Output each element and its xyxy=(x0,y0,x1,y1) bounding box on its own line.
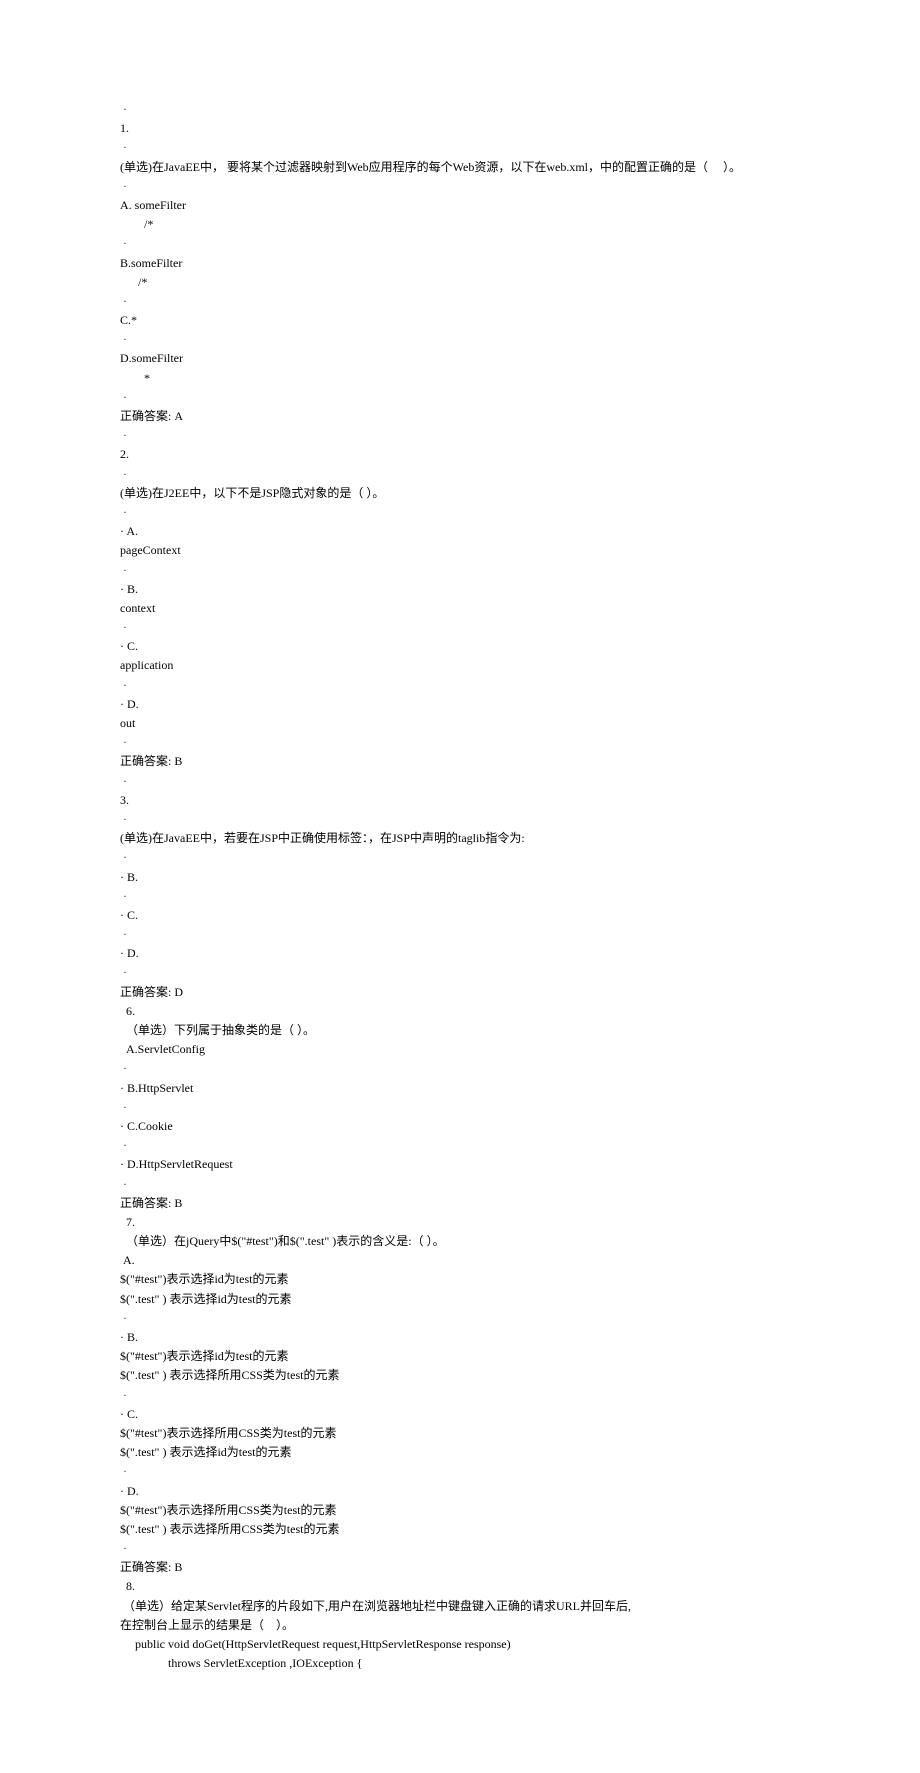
bullet-dot: · xyxy=(120,330,800,349)
bullet-dot: · xyxy=(120,810,800,829)
option-B: · B.HttpServlet xyxy=(120,1079,800,1098)
question-text: （单选）下列属于抽象类的是（ ）。 xyxy=(120,1021,800,1040)
bullet-dot: · xyxy=(120,426,800,445)
option-A: A. someFilter xyxy=(120,196,800,215)
bullet-dot: · xyxy=(120,848,800,867)
question-number: 7. xyxy=(120,1213,800,1232)
question-text: (单选)在JavaEE中，若要在JSP中正确使用标签：，在JSP中声明的tagl… xyxy=(120,829,800,848)
option-B: $("#test")表示选择id为test的元素 xyxy=(120,1347,800,1366)
question-text: (单选)在JavaEE中， 要将某个过滤器映射到Web应用程序的每个Web资源，… xyxy=(120,158,800,177)
option-C: $("#test")表示选择所用CSS类为test的元素 xyxy=(120,1424,800,1443)
option-A-cont: $(".test" ) 表示选择id为test的元素 xyxy=(120,1290,800,1309)
option-D-cont: * xyxy=(120,369,800,388)
bullet-dot: · xyxy=(120,100,800,119)
option-D: · D.HttpServletRequest xyxy=(120,1155,800,1174)
question-number: 8. xyxy=(120,1577,800,1596)
option-B-label: · B. xyxy=(120,580,800,599)
bullet-dot: · xyxy=(120,503,800,522)
bullet-dot: · xyxy=(120,388,800,407)
option-D-label: · D. xyxy=(120,944,800,963)
answer-label: 正确答案: B xyxy=(120,1194,800,1213)
bullet-dot: · xyxy=(120,177,800,196)
question-number: 3. xyxy=(120,791,800,810)
bullet-dot: · xyxy=(120,733,800,752)
bullet-dot: · xyxy=(120,618,800,637)
option-B: B.someFilter xyxy=(120,254,800,273)
answer-label: 正确答案: B xyxy=(120,1558,800,1577)
option-D-cont: $(".test" ) 表示选择所用CSS类为test的元素 xyxy=(120,1520,800,1539)
option-A-label: · A. xyxy=(120,522,800,541)
option-B-label: · B. xyxy=(120,868,800,887)
option-C-label: · C. xyxy=(120,1405,800,1424)
bullet-dot: · xyxy=(120,234,800,253)
answer-label: 正确答案: B xyxy=(120,752,800,771)
option-D: $("#test")表示选择所用CSS类为test的元素 xyxy=(120,1501,800,1520)
bullet-dot: · xyxy=(120,887,800,906)
option-C: C.* xyxy=(120,311,800,330)
bullet-dot: · xyxy=(120,292,800,311)
option-D: D.someFilter xyxy=(120,349,800,368)
question-number: 6. xyxy=(120,1002,800,1021)
option-D-label: · D. xyxy=(120,1482,800,1501)
bullet-dot: · xyxy=(120,465,800,484)
bullet-dot: · xyxy=(120,772,800,791)
option-A-cont: /* xyxy=(120,215,800,234)
bullet-dot: · xyxy=(120,1136,800,1155)
option-D-label: · D. xyxy=(120,695,800,714)
bullet-dot: · xyxy=(120,963,800,982)
bullet-dot: · xyxy=(120,1309,800,1328)
option-A-label: A. xyxy=(120,1251,800,1270)
option-C-label: · C. xyxy=(120,906,800,925)
option-B-cont: /* xyxy=(120,273,800,292)
bullet-dot: · xyxy=(120,1175,800,1194)
bullet-dot: · xyxy=(120,561,800,580)
option-B-cont: $(".test" ) 表示选择所用CSS类为test的元素 xyxy=(120,1366,800,1385)
document-page: · 1. · (单选)在JavaEE中， 要将某个过滤器映射到Web应用程序的每… xyxy=(0,0,920,1773)
bullet-dot: · xyxy=(120,925,800,944)
bullet-dot: · xyxy=(120,1059,800,1078)
question-text: （单选）在jQuery中$("#test")和$(".test" )表示的含义是… xyxy=(120,1232,800,1251)
bullet-dot: · xyxy=(120,676,800,695)
question-text: (单选)在J2EE中，以下不是JSP隐式对象的是（ ）。 xyxy=(120,484,800,503)
question-number: 1. xyxy=(120,119,800,138)
option-D: out xyxy=(120,714,800,733)
bullet-dot: · xyxy=(120,138,800,157)
option-A: pageContext xyxy=(120,541,800,560)
code-line: public void doGet(HttpServletRequest req… xyxy=(120,1635,800,1654)
option-C-cont: $(".test" ) 表示选择id为test的元素 xyxy=(120,1443,800,1462)
option-C: · C.Cookie xyxy=(120,1117,800,1136)
bullet-dot: · xyxy=(120,1539,800,1558)
question-text-cont: 在控制台上显示的结果是（ ）。 xyxy=(120,1616,800,1635)
question-text: （单选）给定某Servlet程序的片段如下,用户在浏览器地址栏中键盘键入正确的请… xyxy=(120,1597,800,1616)
option-C: application xyxy=(120,656,800,675)
question-number: 2. xyxy=(120,445,800,464)
option-C-label: · C. xyxy=(120,637,800,656)
answer-label: 正确答案: A xyxy=(120,407,800,426)
option-A: $("#test")表示选择id为test的元素 xyxy=(120,1270,800,1289)
bullet-dot: · xyxy=(120,1098,800,1117)
code-line: throws ServletException ,IOException { xyxy=(120,1654,800,1673)
bullet-dot: · xyxy=(120,1386,800,1405)
option-A: A.ServletConfig xyxy=(120,1040,800,1059)
option-B: context xyxy=(120,599,800,618)
option-B-label: · B. xyxy=(120,1328,800,1347)
bullet-dot: · xyxy=(120,1462,800,1481)
answer-label: 正确答案: D xyxy=(120,983,800,1002)
